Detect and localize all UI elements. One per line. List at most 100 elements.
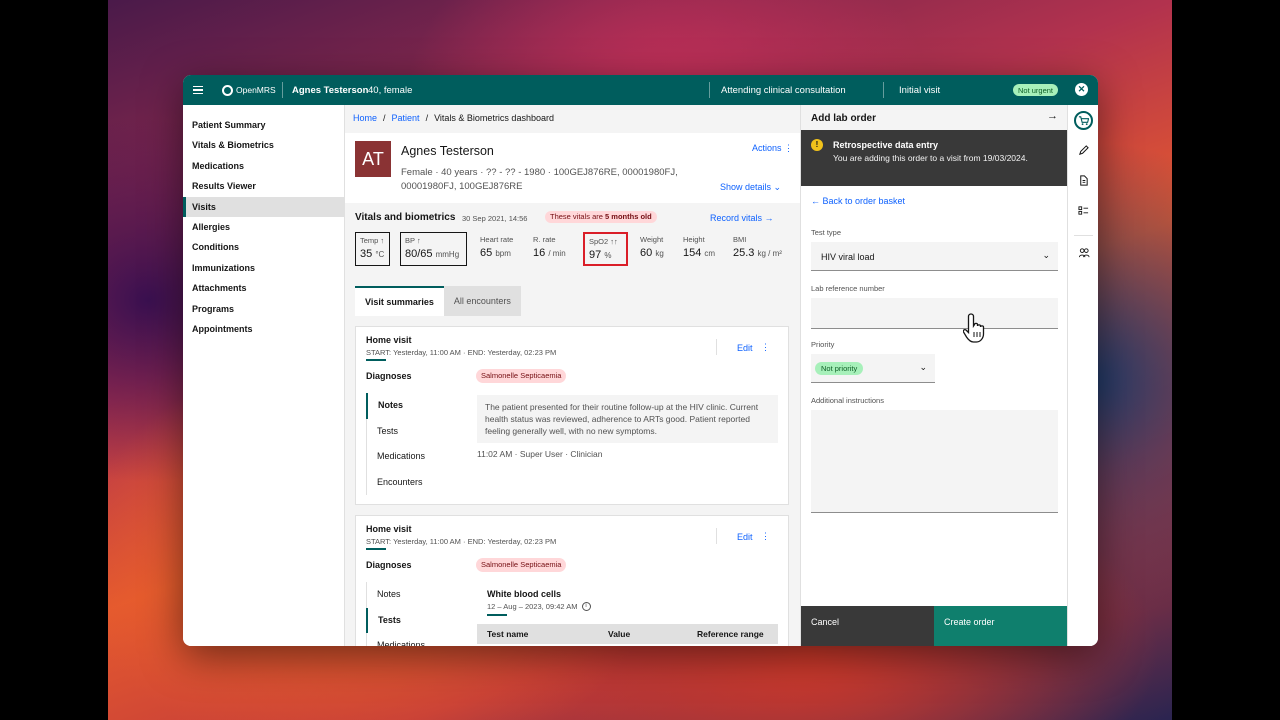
visit-title-underline xyxy=(366,548,386,550)
additional-instructions-textarea[interactable] xyxy=(811,410,1058,513)
openmrs-window: OpenMRS Agnes Testerson 40, female Atten… xyxy=(183,75,1098,646)
overflow-menu-icon[interactable]: ⋮ xyxy=(761,342,770,353)
patient-name[interactable]: Agnes Testerson xyxy=(292,75,368,105)
tab-all-encounters[interactable]: All encounters xyxy=(443,286,521,316)
avatar: AT xyxy=(355,141,391,177)
close-icon[interactable]: ✕ xyxy=(1075,83,1088,96)
tab-medications[interactable]: Medications xyxy=(367,633,466,646)
pen-icon[interactable] xyxy=(1074,141,1093,160)
overflow-menu-icon[interactable]: ⋮ xyxy=(761,531,770,542)
vital-bp: BP ↑ 80/65 mmHg xyxy=(400,232,467,266)
vital-temp: Temp ↑ 35 °C xyxy=(355,232,390,266)
info-icon[interactable]: i xyxy=(581,602,591,611)
priority-value-tag: Not priority xyxy=(815,362,864,375)
nav-item-immunizations[interactable]: Immunizations xyxy=(183,258,344,278)
tab-tests[interactable]: Tests xyxy=(367,419,466,445)
test-type-select[interactable]: HIV viral load ⌄ xyxy=(811,242,1058,271)
column-header-value: Value xyxy=(608,629,631,639)
visit-detail-tabs: Notes Tests Medications xyxy=(366,582,466,646)
divider xyxy=(716,528,717,544)
warning-title: Retrospective data entry xyxy=(833,140,939,150)
priority-select[interactable]: Not priority ⌄ xyxy=(811,354,935,383)
tab-notes[interactable]: Notes xyxy=(366,393,466,419)
divider xyxy=(282,82,283,98)
visit-title-underline xyxy=(366,359,386,361)
shopping-cart-icon[interactable] xyxy=(1074,111,1093,130)
tab-tests[interactable]: Tests xyxy=(366,607,466,633)
breadcrumb-home[interactable]: Home xyxy=(353,113,377,123)
nav-item-programs[interactable]: Programs xyxy=(183,299,344,319)
breadcrumb-separator: / xyxy=(383,113,386,123)
retrospective-warning: ! Retrospective data entry You are addin… xyxy=(801,130,1068,186)
nav-item-patient-summary[interactable]: Patient Summary xyxy=(183,115,344,135)
test-results-table-header: Test name Value Reference range xyxy=(477,624,778,644)
test-date-text: 12 – Aug – 2023, 09:42 AM xyxy=(487,602,578,611)
top-navigation-bar: OpenMRS Agnes Testerson 40, female Atten… xyxy=(183,75,1098,105)
add-lab-order-panel: Add lab order → ! Retrospective data ent… xyxy=(800,105,1068,646)
nav-item-attachments[interactable]: Attachments xyxy=(183,278,344,298)
visit-title: Home visit xyxy=(366,524,412,534)
visit-detail-tabs: Notes Tests Medications Encounters xyxy=(366,393,466,495)
tab-notes[interactable]: Notes xyxy=(367,582,466,608)
vitals-age-badge-bold: 5 months old xyxy=(605,212,652,221)
cancel-button[interactable]: Cancel xyxy=(801,606,934,646)
actions-menu-button[interactable]: Actions ⋮ xyxy=(752,143,793,154)
patient-banner-info: Female · 40 years · ?? - ?? - 1980 · 100… xyxy=(401,167,678,192)
tab-encounters[interactable]: Encounters xyxy=(367,470,466,496)
visit-note-meta: 11:02 AM · Super User · Clinician xyxy=(477,449,603,459)
vitals-age-badge-prefix: These vitals are xyxy=(550,212,603,221)
nav-item-vitals-biometrics[interactable]: Vitals & Biometrics xyxy=(183,135,344,155)
vital-value: 97 xyxy=(589,249,602,261)
nav-item-conditions[interactable]: Conditions xyxy=(183,237,344,257)
nav-item-visits[interactable]: Visits xyxy=(183,196,344,217)
breadcrumb-current: Vitals & Biometrics dashboard xyxy=(434,113,554,123)
document-icon[interactable] xyxy=(1074,171,1093,190)
create-order-button[interactable]: Create order xyxy=(934,606,1068,646)
breadcrumb-patient[interactable]: Patient xyxy=(392,113,420,123)
arrow-right-icon[interactable]: → xyxy=(1047,110,1058,122)
visit-note-text: The patient presented for their routine … xyxy=(477,395,778,443)
left-navigation: Patient Summary Vitals & Biometrics Medi… xyxy=(183,105,345,646)
tab-visit-summaries[interactable]: Visit summaries xyxy=(355,286,444,316)
show-details-button[interactable]: Show details ⌄ xyxy=(720,182,781,193)
nav-item-medications[interactable]: Medications xyxy=(183,156,344,176)
group-icon[interactable] xyxy=(1074,243,1093,262)
right-action-rail xyxy=(1067,105,1098,646)
vital-value: 25.3 xyxy=(733,247,755,259)
priority-label: Priority xyxy=(811,340,835,349)
vital-label: Heart rate xyxy=(480,235,514,244)
patient-demographics: 40, female xyxy=(368,84,413,96)
vital-label: BP ↑ xyxy=(405,236,421,245)
openmrs-logo[interactable]: OpenMRS xyxy=(222,75,276,105)
breadcrumb: Home / Patient / Vitals & Biometrics das… xyxy=(353,113,554,123)
diagnoses-label: Diagnoses xyxy=(366,560,412,570)
vital-unit: kg / m² xyxy=(757,249,782,258)
vital-label: Weight xyxy=(640,235,664,244)
checklist-icon[interactable] xyxy=(1074,201,1093,220)
edit-visit-button[interactable]: Edit xyxy=(737,532,753,542)
vital-value: 80/65 xyxy=(405,248,433,260)
menu-icon[interactable] xyxy=(191,75,205,105)
vital-respiratory-rate: R. rate 16 / min xyxy=(529,232,574,266)
nav-item-appointments[interactable]: Appointments xyxy=(183,319,344,339)
vital-unit: % xyxy=(604,251,612,260)
record-vitals-link[interactable]: Record vitals → xyxy=(710,213,774,223)
hand-pointer-cursor-icon xyxy=(963,313,985,343)
vitals-age-badge: These vitals are 5 months old xyxy=(545,211,657,223)
additional-instructions-label: Additional instructions xyxy=(811,396,884,405)
nav-item-results-viewer[interactable]: Results Viewer xyxy=(183,176,344,196)
vital-unit: / min xyxy=(548,249,566,258)
edit-visit-button[interactable]: Edit xyxy=(737,343,753,353)
tab-medications[interactable]: Medications xyxy=(367,444,466,470)
vital-label: Temp ↑ xyxy=(360,236,385,245)
lab-reference-input[interactable] xyxy=(811,298,1058,329)
divider xyxy=(716,339,717,355)
nav-item-allergies[interactable]: Allergies xyxy=(183,217,344,237)
back-to-order-basket-link[interactable]: ← Back to order basket xyxy=(811,196,905,206)
logo-text: OpenMRS xyxy=(236,85,276,95)
divider xyxy=(1074,235,1093,236)
warning-text: You are adding this order to a visit fro… xyxy=(833,153,1028,163)
vital-label: SpO2 ↑↑ xyxy=(589,237,618,246)
vital-label: Height xyxy=(683,235,705,244)
vital-unit: kg xyxy=(655,249,664,258)
